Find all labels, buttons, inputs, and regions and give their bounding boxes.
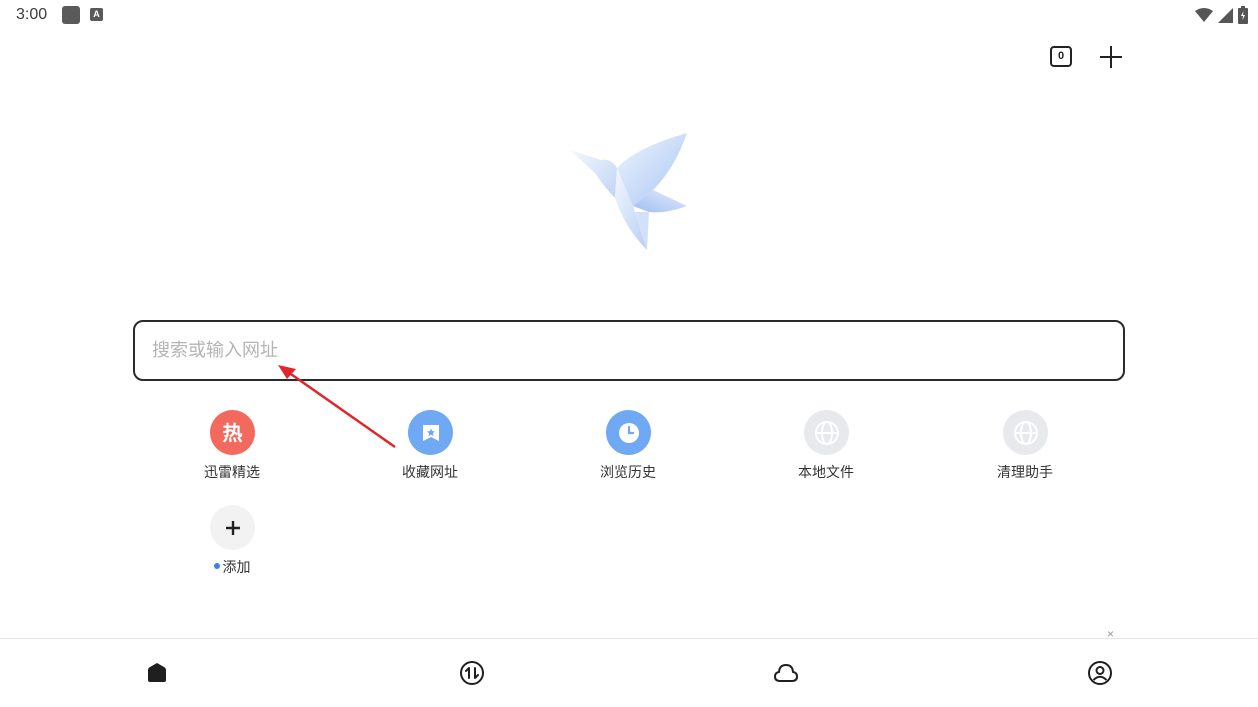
shortcut-xunlei-picks[interactable]: 热 迅雷精选	[172, 410, 292, 490]
new-tab-button[interactable]	[1098, 44, 1124, 70]
status-icons	[1195, 5, 1248, 25]
clock-icon	[606, 410, 651, 455]
shortcut-history[interactable]: 浏览历史	[568, 410, 688, 490]
bottom-nav	[0, 638, 1258, 707]
globe-icon	[1003, 410, 1048, 455]
search-box[interactable]	[133, 320, 1125, 381]
status-time: 3:00	[16, 6, 48, 23]
add-shortcut-button[interactable]: 添加	[172, 505, 292, 585]
globe-icon	[804, 410, 849, 455]
plus-icon	[210, 505, 255, 550]
shortcut-label: 浏览历史	[600, 465, 656, 481]
search-input[interactable]	[152, 322, 1092, 379]
wifi-icon	[1195, 8, 1213, 22]
tab-count-button[interactable]: 0	[1050, 46, 1072, 67]
status-bar: 3:00 A	[0, 0, 1258, 30]
nav-cloud-button[interactable]	[772, 659, 800, 687]
shortcut-bookmarks[interactable]: 收藏网址	[370, 410, 490, 490]
hot-icon: 热	[210, 410, 255, 455]
profile-icon	[1088, 661, 1112, 685]
bookmark-star-icon	[408, 410, 453, 455]
add-label-text: 添加	[222, 560, 251, 576]
hummingbird-logo-icon	[565, 128, 695, 256]
browser-home-screen: 3:00 A 0 搜索或输入网址 热 迅雷精选 收藏网址 浏览历史 本地文件 清…	[0, 0, 1258, 707]
square-app-icon	[62, 6, 80, 24]
shortcut-cleanup-assistant[interactable]: 清理助手	[965, 410, 1085, 490]
keyboard-badge-icon: A	[90, 8, 103, 21]
hot-badge-text: 热	[222, 420, 243, 445]
transfer-icon	[460, 661, 484, 685]
nav-profile-button[interactable]	[1086, 659, 1114, 687]
cloud-icon	[774, 664, 798, 682]
nav-transfer-button[interactable]	[458, 659, 486, 687]
plus-icon	[1100, 46, 1122, 68]
shortcut-label: 迅雷精选	[204, 465, 260, 481]
battery-icon	[1238, 6, 1248, 24]
shortcut-label: 收藏网址	[402, 465, 458, 481]
add-shortcut-label: 添加	[172, 557, 292, 577]
shortcut-local-files[interactable]: 本地文件	[766, 410, 886, 490]
shortcut-label: 本地文件	[798, 465, 854, 481]
nav-home-button[interactable]	[143, 659, 171, 687]
home-icon	[148, 663, 166, 682]
shortcut-label: 清理助手	[997, 465, 1053, 481]
new-dot-indicator	[213, 563, 220, 569]
cell-signal-icon	[1218, 7, 1233, 23]
